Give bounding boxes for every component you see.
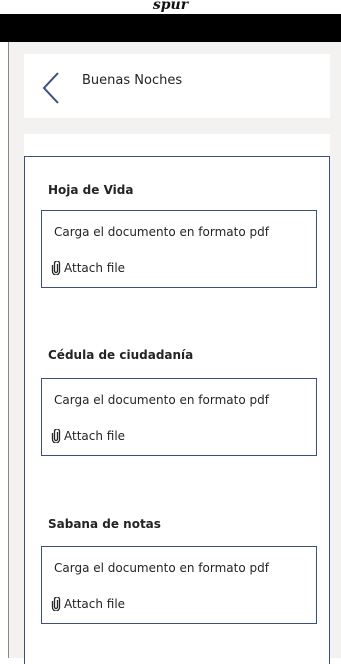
attach-file-button[interactable]: Attach file xyxy=(51,429,125,443)
top-banner-title: spur xyxy=(0,0,341,14)
attach-file-label: Attach file xyxy=(64,597,126,611)
paperclip-icon xyxy=(51,597,61,611)
upload-box-sabana-de-notas[interactable]: Carga el documento en formato pdf Attach… xyxy=(41,546,317,624)
upload-box-hoja-de-vida[interactable]: Carga el documento en formato pdf Attach… xyxy=(41,210,317,288)
top-bar xyxy=(0,14,341,42)
field-label-sabana-de-notas: Sabana de notas xyxy=(48,517,161,531)
chevron-left-icon xyxy=(42,72,59,104)
field-label-cedula: Cédula de ciudadanía xyxy=(48,348,194,362)
header-card: Buenas Noches xyxy=(24,54,330,118)
upload-hint: Carga el documento en formato pdf xyxy=(54,225,269,239)
upload-box-cedula[interactable]: Carga el documento en formato pdf Attach… xyxy=(41,378,317,456)
upload-hint: Carga el documento en formato pdf xyxy=(54,393,269,407)
upload-hint: Carga el documento en formato pdf xyxy=(54,561,269,575)
paperclip-icon xyxy=(51,261,61,275)
header-title: Buenas Noches xyxy=(82,73,183,88)
attach-file-label: Attach file xyxy=(64,261,126,275)
upload-form: Hoja de Vida Carga el documento en forma… xyxy=(24,134,330,664)
attach-file-button[interactable]: Attach file xyxy=(51,597,125,611)
attach-file-label: Attach file xyxy=(64,429,126,443)
field-label-hoja-de-vida: Hoja de Vida xyxy=(48,183,134,197)
paperclip-icon xyxy=(51,429,61,443)
back-button[interactable] xyxy=(40,70,62,106)
attach-file-button[interactable]: Attach file xyxy=(51,261,125,275)
